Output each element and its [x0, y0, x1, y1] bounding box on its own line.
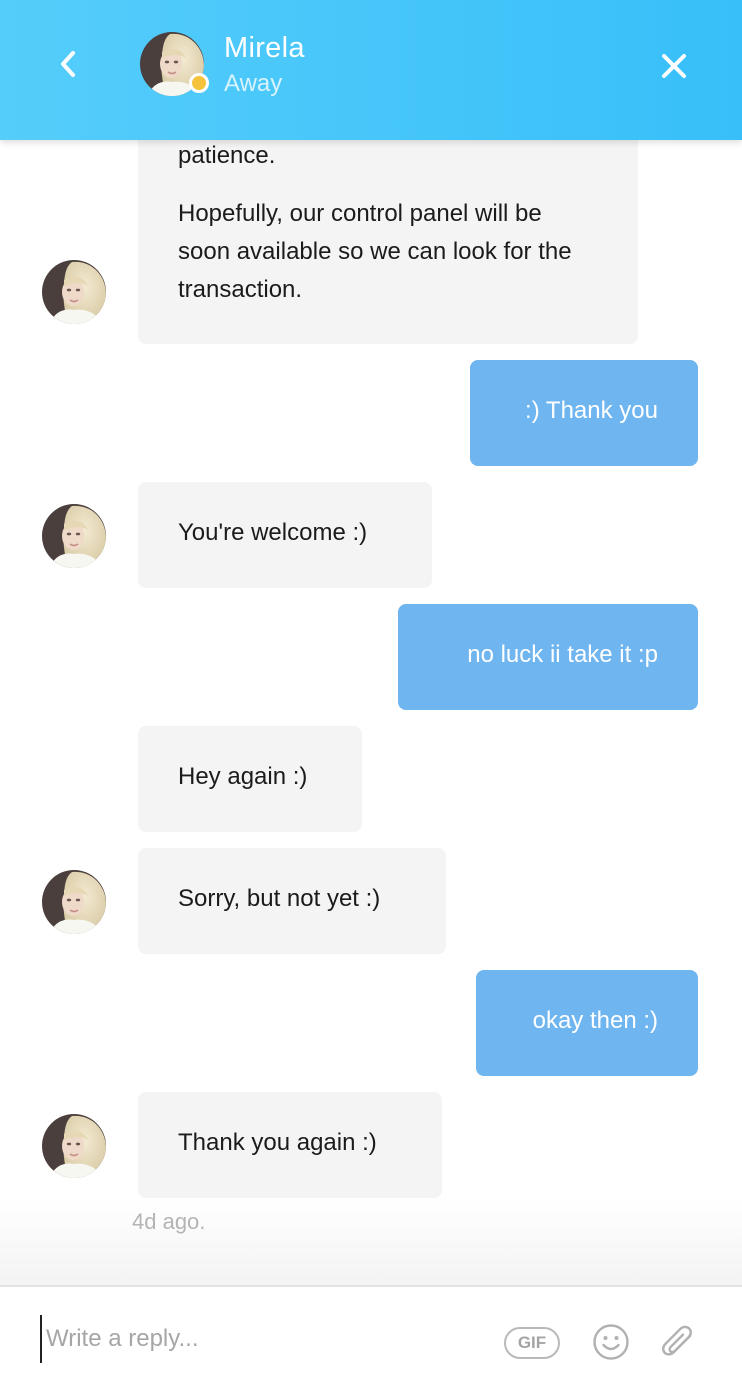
emoji-button[interactable]	[592, 1323, 630, 1366]
reply-input[interactable]	[40, 1315, 466, 1363]
message-text: Thank you again :)	[178, 1129, 377, 1156]
back-button[interactable]	[44, 40, 92, 88]
avatar-image	[42, 1114, 106, 1178]
message-paragraph: Hopefully, our control panel will be soo…	[178, 200, 572, 303]
message-text: Sorry, but not yet :)	[178, 885, 381, 912]
paperclip-icon	[662, 1325, 692, 1356]
user-message: :) Thank you	[470, 360, 698, 466]
reply-composer: GIF	[0, 1285, 742, 1388]
agent-status: Away	[224, 70, 283, 97]
close-icon	[662, 54, 686, 78]
agent-avatar	[42, 870, 106, 934]
avatar-image	[42, 870, 106, 934]
message-text: okay then :)	[532, 1007, 658, 1034]
agent-avatar	[42, 260, 106, 324]
agent-name: Mirela	[224, 32, 305, 64]
message-text: You're welcome :)	[178, 519, 368, 546]
message-text: no luck ii take it :p	[467, 641, 658, 668]
agent-message: patience. Hopefully, our control panel w…	[138, 110, 638, 344]
agent-message: You're welcome :)	[138, 482, 432, 588]
agent-message: Hey again :)	[138, 726, 362, 832]
agent-avatar	[42, 504, 106, 568]
user-message: okay then :)	[476, 970, 698, 1076]
agent-message: Sorry, but not yet :)	[138, 848, 446, 954]
agent-message: Thank you again :)	[138, 1092, 442, 1198]
user-message: no luck ii take it :p	[398, 604, 698, 710]
close-button[interactable]	[650, 42, 698, 90]
scroll-fade	[0, 1196, 742, 1286]
attach-button[interactable]	[660, 1323, 698, 1368]
message-timestamp: 4d ago.	[132, 1209, 206, 1234]
avatar-image	[42, 260, 106, 324]
smiley-icon	[593, 1324, 629, 1360]
avatar-image	[42, 504, 106, 568]
agent-avatar	[140, 32, 209, 96]
agent-avatar	[42, 1114, 106, 1178]
status-indicator	[189, 73, 209, 93]
message-paragraph: patience.	[178, 142, 276, 169]
message-text: Hey again :)	[178, 763, 308, 790]
chevron-left-icon	[61, 51, 75, 77]
message-text: :) Thank you	[525, 397, 658, 424]
chat-header: Mirela Away	[0, 0, 742, 140]
gif-button[interactable]: GIF	[504, 1327, 560, 1359]
